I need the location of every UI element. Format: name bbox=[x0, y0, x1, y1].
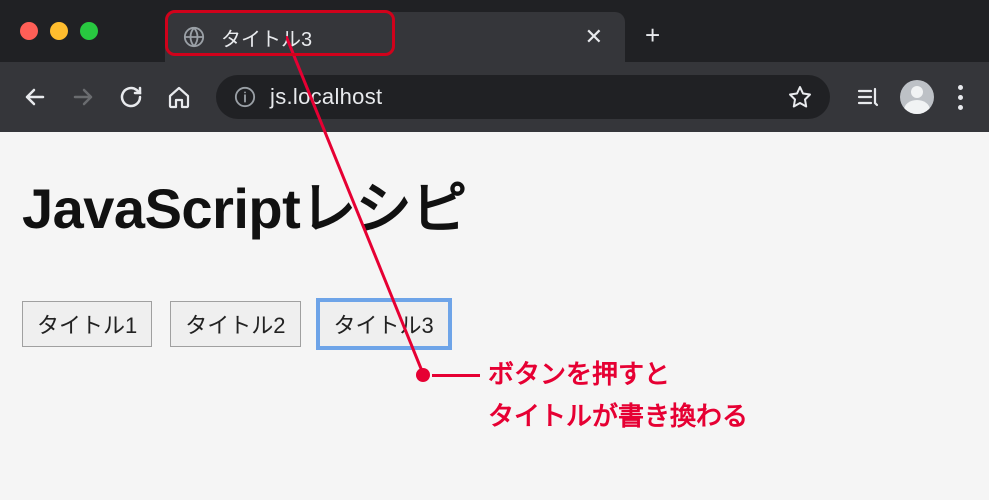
window-minimize-button[interactable] bbox=[50, 22, 68, 40]
bookmark-star-icon[interactable] bbox=[788, 85, 812, 109]
window-controls bbox=[20, 22, 98, 40]
nav-home-button[interactable] bbox=[158, 76, 200, 118]
window-close-button[interactable] bbox=[20, 22, 38, 40]
title-button-3[interactable]: タイトル3 bbox=[319, 301, 449, 347]
title-buttons-row: タイトル1 タイトル2 タイトル3 bbox=[22, 301, 967, 347]
info-icon bbox=[234, 86, 256, 108]
browser-tab[interactable]: タイトル3 ✕ bbox=[165, 12, 625, 62]
page-heading: JavaScriptレシピ bbox=[22, 164, 967, 245]
browser-titlebar: タイトル3 ✕ + bbox=[0, 0, 989, 62]
window-maximize-button[interactable] bbox=[80, 22, 98, 40]
globe-icon bbox=[183, 26, 205, 48]
new-tab-button[interactable]: + bbox=[645, 22, 660, 48]
overflow-menu-button[interactable] bbox=[946, 77, 975, 118]
nav-back-button[interactable] bbox=[14, 76, 56, 118]
address-bar[interactable]: js.localhost bbox=[216, 75, 830, 119]
tab-title-text: タイトル3 bbox=[221, 23, 581, 52]
nav-reload-button[interactable] bbox=[110, 76, 152, 118]
tab-close-button[interactable]: ✕ bbox=[581, 22, 607, 52]
url-text: js.localhost bbox=[270, 84, 774, 110]
nav-forward-button[interactable] bbox=[62, 76, 104, 118]
title-button-2[interactable]: タイトル2 bbox=[170, 301, 300, 347]
page-content: JavaScriptレシピ タイトル1 タイトル2 タイトル3 bbox=[0, 132, 989, 500]
title-button-1[interactable]: タイトル1 bbox=[22, 301, 152, 347]
profile-avatar[interactable] bbox=[900, 80, 934, 114]
reading-list-button[interactable] bbox=[846, 76, 888, 118]
browser-toolbar: js.localhost bbox=[0, 62, 989, 132]
